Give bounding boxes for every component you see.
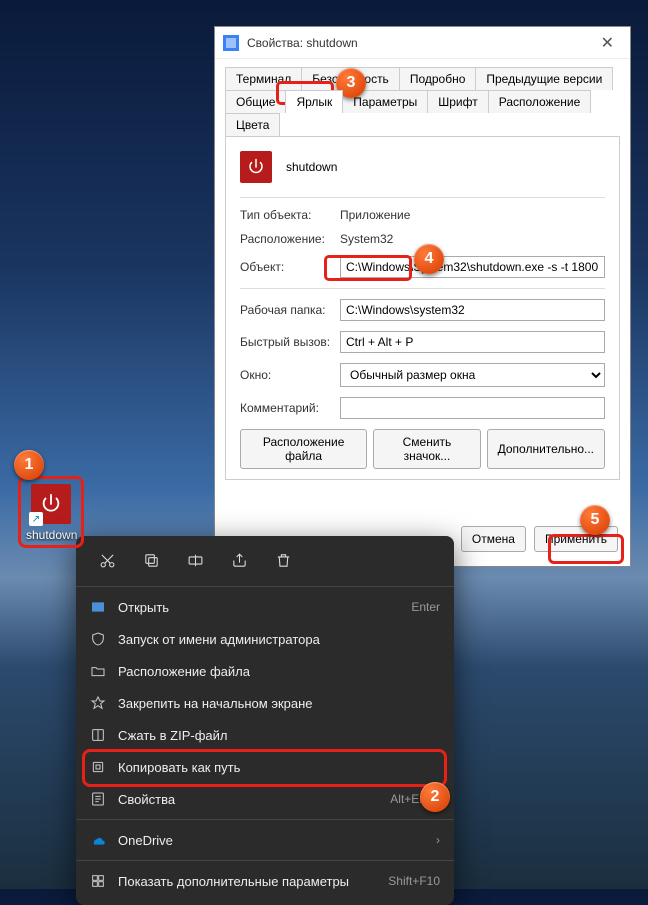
apply-button[interactable]: Применить <box>534 526 618 552</box>
target-input[interactable] <box>340 256 605 278</box>
tab-colors[interactable]: Цвета <box>225 113 280 136</box>
delete-icon[interactable] <box>262 544 304 576</box>
separator <box>76 819 454 820</box>
advanced-button[interactable]: Дополнительно... <box>487 429 605 469</box>
separator <box>76 860 454 861</box>
zip-icon <box>90 727 106 743</box>
app-icon <box>90 599 106 615</box>
location-label: Расположение: <box>240 232 340 246</box>
ctx-copy-path[interactable]: Копировать как путь <box>76 751 454 783</box>
share-icon[interactable] <box>218 544 260 576</box>
cut-icon[interactable] <box>86 544 128 576</box>
ctx-open-location[interactable]: Расположение файла <box>76 655 454 687</box>
run-label: Окно: <box>240 368 340 382</box>
tab-details[interactable]: Подробно <box>399 67 477 90</box>
startin-input[interactable] <box>340 299 605 321</box>
onedrive-icon <box>90 832 106 848</box>
path-icon <box>90 759 106 775</box>
tab-security[interactable]: Безопасность <box>301 67 400 90</box>
comment-label: Комментарий: <box>240 401 340 415</box>
tabs-row-2: Общие Ярлык Параметры Шрифт Расположение… <box>225 90 620 136</box>
shutdown-icon: ↗ <box>31 484 71 524</box>
chevron-right-icon: › <box>436 833 440 847</box>
ctx-properties[interactable]: СвойстваAlt+Enter <box>76 783 454 815</box>
ctx-open[interactable]: ОткрытьEnter <box>76 591 454 623</box>
tab-font[interactable]: Шрифт <box>427 90 488 113</box>
location-value: System32 <box>340 232 393 246</box>
rename-icon[interactable] <box>174 544 216 576</box>
shortcut-name: shutdown <box>286 160 337 174</box>
ctx-run-admin[interactable]: Запуск от имени администратора <box>76 623 454 655</box>
shutdown-icon <box>240 151 272 183</box>
tab-general[interactable]: Общие <box>225 90 286 113</box>
tab-panel-shortcut: shutdown Тип объекта:Приложение Располож… <box>225 136 620 480</box>
hotkey-input[interactable] <box>340 331 605 353</box>
run-select[interactable]: Обычный размер окна <box>340 363 605 387</box>
change-icon-button[interactable]: Сменить значок... <box>373 429 480 469</box>
properties-dialog: Свойства: shutdown ✕ Терминал Безопаснос… <box>214 26 631 567</box>
comment-input[interactable] <box>340 397 605 419</box>
shield-icon <box>90 631 106 647</box>
dialog-title: Свойства: shutdown <box>247 36 358 50</box>
context-menu: ОткрытьEnter Запуск от имени администрат… <box>76 536 454 905</box>
tab-layout[interactable]: Расположение <box>488 90 592 113</box>
pin-icon <box>90 695 106 711</box>
startin-label: Рабочая папка: <box>240 303 340 317</box>
tab-previous[interactable]: Предыдущие версии <box>475 67 613 90</box>
tab-shortcut[interactable]: Ярлык <box>285 90 343 113</box>
cancel-button[interactable]: Отмена <box>461 526 526 552</box>
dialog-icon <box>223 35 239 51</box>
ctx-compress-zip[interactable]: Сжать в ZIP-файл <box>76 719 454 751</box>
shortcut-arrow-icon: ↗ <box>29 512 43 526</box>
ctx-onedrive[interactable]: OneDrive› <box>76 824 454 856</box>
type-value: Приложение <box>340 208 410 222</box>
copy-icon[interactable] <box>130 544 172 576</box>
type-label: Тип объекта: <box>240 208 340 222</box>
close-icon[interactable]: ✕ <box>593 33 622 53</box>
hotkey-label: Быстрый вызов: <box>240 335 340 349</box>
open-location-button[interactable]: Расположение файла <box>240 429 367 469</box>
desktop-shortcut-label: shutdown <box>26 528 76 542</box>
tabs-container: Терминал Безопасность Подробно Предыдущи… <box>215 59 630 480</box>
properties-icon <box>90 791 106 807</box>
context-toolbar <box>76 544 454 582</box>
dialog-titlebar: Свойства: shutdown ✕ <box>215 27 630 59</box>
ctx-show-more[interactable]: Показать дополнительные параметрыShift+F… <box>76 865 454 897</box>
tab-terminal[interactable]: Терминал <box>225 67 302 90</box>
target-label: Объект: <box>240 260 340 274</box>
tabs-row-1: Терминал Безопасность Подробно Предыдущи… <box>225 67 620 90</box>
ctx-pin-start[interactable]: Закрепить на начальном экране <box>76 687 454 719</box>
folder-icon <box>90 663 106 679</box>
more-icon <box>90 873 106 889</box>
separator <box>76 586 454 587</box>
desktop-shortcut-shutdown[interactable]: ↗ shutdown <box>26 484 76 542</box>
annotation-badge: 1 <box>14 450 44 480</box>
tab-options[interactable]: Параметры <box>342 90 428 113</box>
